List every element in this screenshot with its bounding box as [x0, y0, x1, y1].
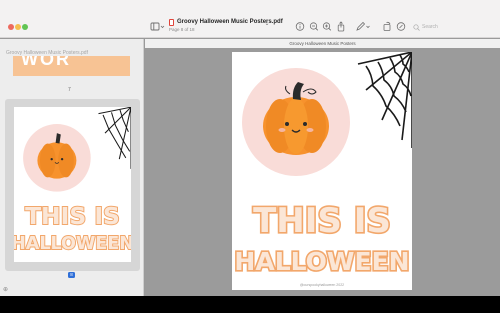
current-page-badge: 8 [68, 272, 75, 278]
svg-text:THIS IS: THIS IS [25, 202, 120, 230]
search-icon [413, 24, 420, 31]
pdf-file-icon [169, 19, 174, 26]
thumbnail-sidebar: Groovy Halloween Music Posters.pdf WOR 7… [0, 39, 144, 296]
toolbar: Groovy Halloween Music Posters.pdf ⌄ Pag… [0, 0, 500, 38]
thumbnail-page-8[interactable]: THIS IS HALLOWEEN [14, 107, 131, 262]
pdf-page-8[interactable]: THIS IS HALLOWEEN @ourspookyhalloween 20… [232, 52, 412, 290]
spider-web-decoration [357, 52, 412, 148]
share-icon[interactable] [336, 21, 346, 32]
thumbnail-page-7[interactable]: WOR [13, 56, 130, 76]
document-tab-title: Groovy Halloween Music Posters [145, 39, 500, 48]
search-placeholder: Search [422, 24, 438, 30]
rotate-icon[interactable] [382, 21, 392, 32]
sidebar-settings-icon[interactable]: ⊕ [3, 286, 8, 293]
preview-window: Groovy Halloween Music Posters.pdf ⌄ Pag… [0, 0, 500, 296]
poster-footer: @ourspookyhalloween 2022 [300, 283, 344, 287]
poster-line1: THIS IS [253, 201, 391, 241]
page-indicator: Page 8 of 18 [169, 27, 195, 32]
chevron-down-icon[interactable]: ⌄ [263, 19, 271, 30]
thumbnail-decor: WOR [21, 56, 71, 69]
minimize-window-button[interactable] [15, 24, 21, 30]
zoom-out-icon[interactable] [309, 21, 319, 32]
fullscreen-window-button[interactable] [22, 24, 28, 30]
document-view[interactable]: Groovy Halloween Music Posters THIS IS H… [145, 39, 500, 296]
sidebar-icon[interactable] [150, 21, 166, 32]
search-field[interactable]: Search [411, 22, 491, 33]
markup-circle-icon[interactable] [396, 21, 406, 32]
close-window-button[interactable] [8, 24, 14, 30]
poster-line2: HALLOWEEN [234, 247, 409, 276]
thumbnail-poster-image: THIS IS HALLOWEEN [14, 107, 131, 255]
zoom-in-icon[interactable] [322, 21, 332, 32]
info-icon[interactable] [295, 21, 305, 32]
poster-image: THIS IS HALLOWEEN @ourspookyhalloween 20… [233, 52, 412, 287]
screen-bottom-bar [0, 296, 500, 313]
page-number-7: 7 [68, 87, 71, 93]
pen-icon[interactable] [355, 21, 371, 32]
svg-text:HALLOWEEN: HALLOWEEN [14, 234, 131, 254]
